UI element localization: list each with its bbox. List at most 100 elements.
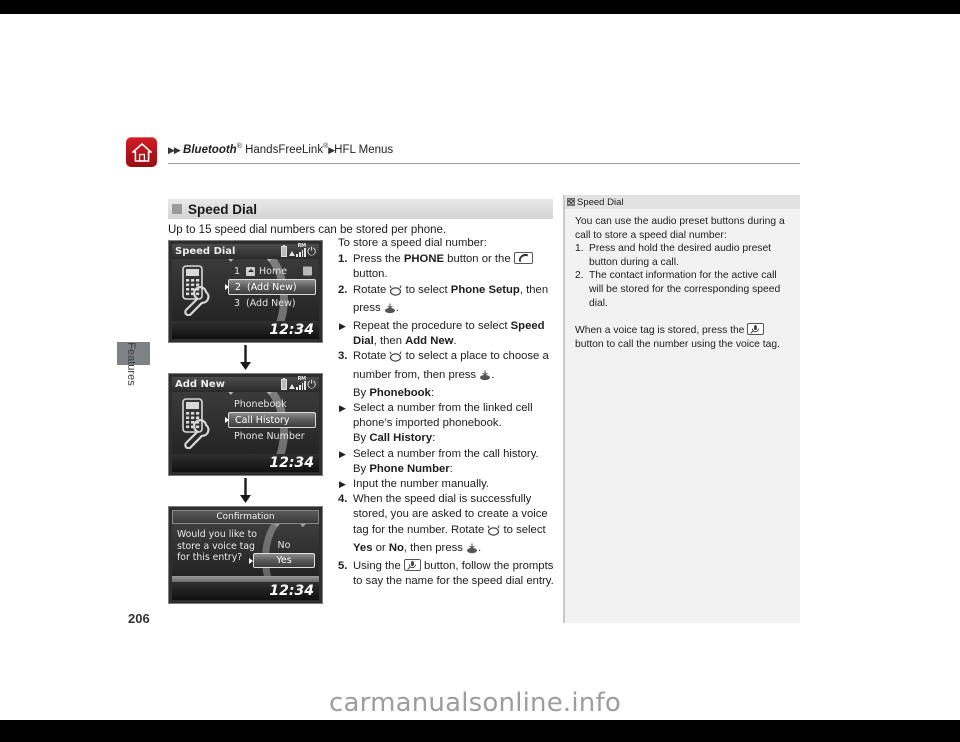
section-bullet-icon [172, 204, 182, 214]
by-word-3: By [353, 462, 370, 475]
by-phone-number-colon: : [449, 462, 453, 475]
battery-icon [281, 378, 288, 390]
side-note-item-1-number: 1. [575, 243, 584, 255]
screen1-row3-index: 3 [234, 297, 241, 309]
screen2-content: Phonebook Call History Phone Number [172, 392, 319, 454]
side-note-footer-a: When a voice tag is stored, press the [575, 325, 748, 337]
talk-voice-button-icon [747, 323, 765, 336]
step-1-text-c: button. [353, 268, 388, 281]
breadcrumb-bluetooth: Bluetooth [183, 143, 237, 156]
down-arrow-icon [239, 345, 252, 371]
enter-knob-press-icon [479, 370, 491, 386]
side-note-item-2-text: The contact information for the active c… [589, 270, 781, 309]
antenna-icon [288, 384, 295, 389]
selection-cursor-icon [225, 284, 229, 290]
side-note-item-1-text: Press and hold the desired audio preset … [589, 243, 772, 268]
rotary-knob-icon [389, 284, 402, 301]
screen2-row3-label: Phone Number [234, 430, 305, 442]
step-4-text-d: , then press [403, 541, 467, 554]
step-1-bold-phone: PHONE [403, 253, 445, 266]
step-5-number: 5. [338, 560, 348, 573]
screen3-content: Would you like to store a voice tag for … [172, 524, 319, 582]
step-2-bold-phone-setup: Phone Setup [450, 283, 520, 296]
by-call-history-bold: Call History [369, 432, 433, 445]
step-5-text-a: Using the [353, 560, 404, 573]
phone-handset-button-icon [513, 252, 533, 265]
step-4-text-b: to select [500, 523, 546, 536]
flow-arrow-2 [168, 476, 323, 506]
roaming-label: RM [297, 376, 307, 382]
screen1-row3-label: (Add New) [246, 297, 296, 309]
side-note-intro: You can use the audio preset buttons dur… [575, 216, 785, 241]
step-4: 4. When the speed dial is successfully st… [338, 492, 554, 559]
list-item[interactable]: Phonebook [228, 396, 316, 412]
side-note-item-2-number: 2. [575, 270, 584, 282]
step-2-text-b: to select [402, 283, 451, 296]
instructions-lead: To store a speed dial number: [338, 237, 487, 249]
note-marker-icon [567, 198, 575, 206]
breadcrumb-hfl-menus: HFL Menus [334, 143, 394, 156]
option-yes[interactable]: Yes [249, 553, 315, 568]
by-phonebook-detail-text: Select a number from the linked cell pho… [353, 402, 533, 430]
page-sheet: ▶▶ Bluetooth® HandsFreeLink®▶HFL Menus F… [0, 14, 960, 714]
screen1-row1-label: Home [259, 265, 288, 277]
side-note-header: Speed Dial [565, 195, 800, 209]
screen3-title: Confirmation [216, 512, 275, 522]
by-phonebook-bold: Phonebook [369, 386, 431, 399]
list-item[interactable]: 3 (Add New) [228, 295, 316, 311]
home-badge-icon [246, 266, 255, 276]
side-note-footer: When a voice tag is stored, press the bu… [575, 323, 792, 351]
step-2-text-d: . [395, 301, 399, 314]
talk-voice-button-icon [403, 559, 421, 572]
rotary-knob-icon [487, 525, 500, 541]
by-word-2: By [353, 432, 370, 445]
list-item[interactable]: Phone Number [228, 428, 316, 444]
side-note-item-2: 2. The contact information for the active… [575, 269, 792, 310]
screen3-clock: 12:34 [269, 583, 314, 599]
screen1-row1-index: 1 [234, 265, 241, 277]
screen3-title-bar: Confirmation [172, 510, 319, 524]
bluetooth-icon: ⏻ [307, 378, 316, 391]
by-call-history-label: By Call History: [338, 431, 554, 446]
screen3-status-bar: 12:34 [172, 582, 319, 600]
list-item[interactable]: 2 (Add New) [225, 279, 316, 295]
by-phone-number-detail: ▶ Input the number manually. [338, 477, 554, 492]
instructions-column: To store a speed dial number: 1. Press th… [338, 236, 554, 589]
selection-cursor-icon [225, 417, 229, 423]
list-item[interactable]: Call History [225, 412, 316, 428]
by-phonebook-colon: : [430, 386, 434, 399]
home-button[interactable] [126, 137, 157, 167]
step-1-number: 1. [338, 253, 348, 266]
screen1-row2-label: (Add New) [247, 281, 297, 293]
battery-icon [281, 245, 288, 257]
section-intro: Up to 15 speed dial numbers can be store… [168, 224, 447, 236]
screen2-clock: 12:34 [269, 455, 314, 471]
side-note-footer-b: button to call the number using the voic… [575, 338, 780, 350]
substep-arrow-icon: ▶ [339, 448, 346, 459]
screen1-content: 1 Home 2 (Add New) 3 (Add New) [172, 259, 319, 321]
substep-arrow-icon: ▶ [339, 479, 346, 490]
step-3-text-c: . [491, 368, 495, 381]
screen1-row2-index: 2 [235, 281, 242, 293]
screen3-option-yes-label: Yes [276, 555, 292, 566]
breadcrumb-bluetooth-reg: ® [236, 143, 242, 150]
site-watermark: carmanualsonline.info [329, 688, 621, 718]
screen2-title: Add New [175, 379, 225, 390]
breadcrumb-arrow-2: ▶ [173, 144, 181, 155]
screen1-title: Speed Dial [175, 246, 236, 257]
screen1-title-bar: Speed Dial RM ⏻ [172, 243, 319, 259]
option-no[interactable]: No [253, 538, 315, 553]
screen3-progress-strip [172, 576, 319, 582]
step-1: 1. Press the PHONE button or the button. [338, 252, 554, 282]
top-black-band [0, 0, 960, 14]
by-phone-number-label: By Phone Number: [338, 462, 554, 477]
side-note-spacer [575, 310, 792, 323]
by-call-history-detail: ▶ Select a number from the call history. [338, 447, 554, 462]
step-3-number: 3. [338, 350, 348, 363]
substep-arrow-icon: ▶ [339, 321, 346, 332]
by-phone-number-detail-text: Input the number manually. [353, 478, 490, 491]
down-arrow-icon [239, 478, 252, 504]
enter-knob-press-icon [466, 543, 478, 559]
list-item[interactable]: 1 Home [228, 263, 316, 279]
substep-arrow-icon: ▶ [339, 403, 346, 414]
